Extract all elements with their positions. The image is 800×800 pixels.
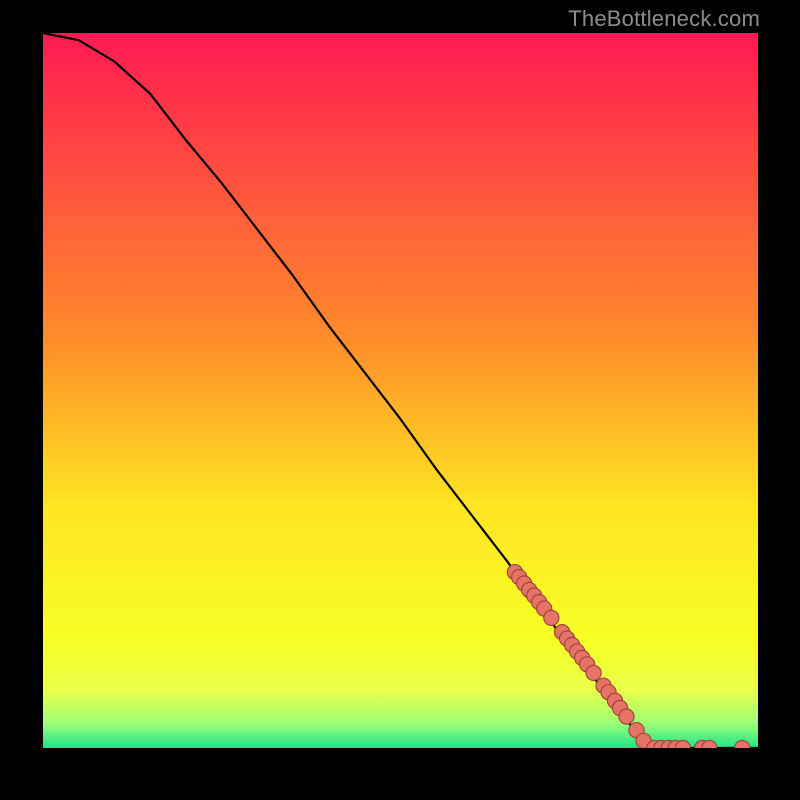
plot-area bbox=[43, 33, 758, 748]
data-marker bbox=[586, 665, 601, 680]
data-marker bbox=[544, 610, 559, 625]
chart-svg bbox=[43, 33, 758, 748]
data-marker bbox=[619, 709, 634, 724]
gradient-background bbox=[43, 33, 758, 748]
chart-frame: TheBottleneck.com bbox=[0, 0, 800, 800]
attribution-label: TheBottleneck.com bbox=[568, 6, 760, 32]
